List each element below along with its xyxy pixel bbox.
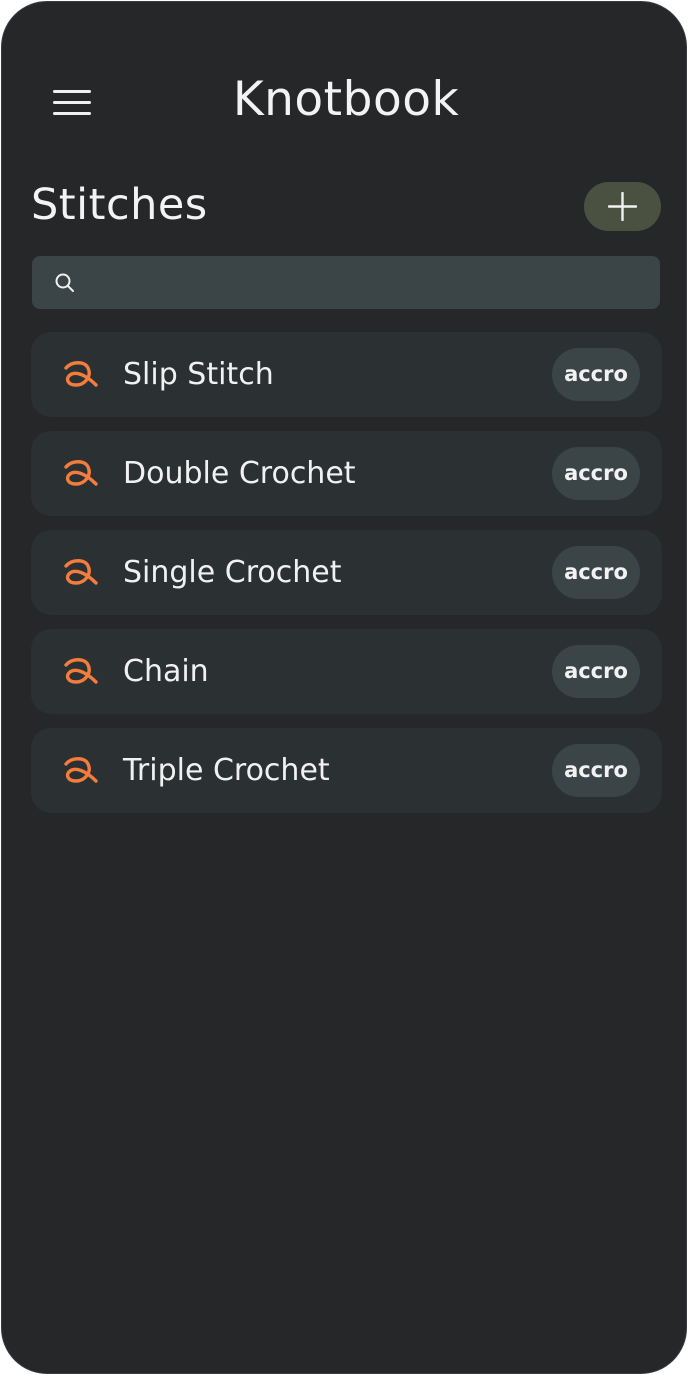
search-bar[interactable]	[32, 256, 660, 311]
list-item[interactable]: Single Crochet accro	[31, 530, 662, 615]
stitch-tag[interactable]: accro	[552, 645, 640, 698]
stitch-tag[interactable]: accro	[552, 744, 640, 797]
stitch-name: Triple Crochet	[123, 753, 330, 788]
page-title: Stitches	[31, 180, 208, 230]
yarn-loop-icon	[64, 757, 98, 783]
stitch-tag[interactable]: accro	[552, 348, 640, 401]
list-item[interactable]: Double Crochet accro	[31, 431, 662, 516]
app-title: Knotbook	[232, 72, 460, 127]
plus-icon	[608, 192, 637, 221]
stitch-tag[interactable]: accro	[552, 546, 640, 599]
add-stitch-button[interactable]	[584, 182, 661, 231]
yarn-loop-icon	[64, 460, 98, 486]
stitch-name: Slip Stitch	[123, 357, 274, 392]
yarn-loop-icon	[64, 559, 98, 585]
yarn-loop-icon	[64, 361, 98, 387]
search-input[interactable]	[84, 256, 648, 311]
stitch-name: Chain	[123, 654, 209, 689]
list-item[interactable]: Triple Crochet accro	[31, 728, 662, 813]
stitch-name: Single Crochet	[123, 555, 342, 590]
stitch-tag[interactable]: accro	[552, 447, 640, 500]
stitch-name: Double Crochet	[123, 456, 356, 491]
stitch-list: Slip Stitch accro Double Crochet accro S…	[31, 332, 662, 827]
list-item[interactable]: Chain accro	[31, 629, 662, 714]
list-item[interactable]: Slip Stitch accro	[31, 332, 662, 417]
yarn-loop-icon	[64, 658, 98, 684]
search-icon	[55, 273, 74, 292]
app-screen: Knotbook Stitches Slip Stitch accro Doub…	[1, 1, 687, 1374]
